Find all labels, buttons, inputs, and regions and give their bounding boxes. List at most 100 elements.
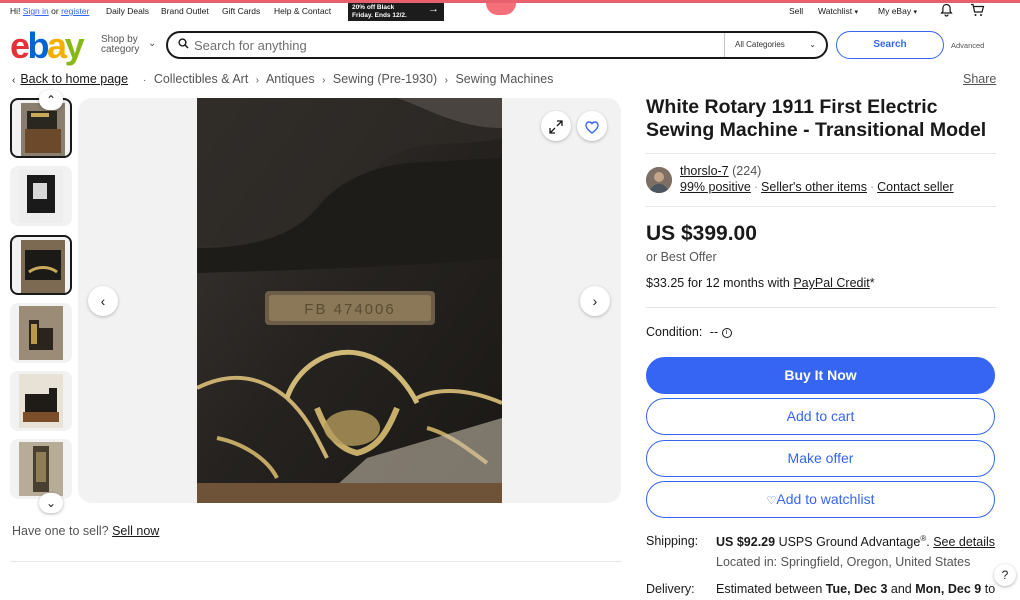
seller-name-link[interactable]: thorslo-7 <box>680 164 729 178</box>
add-to-cart-button[interactable]: Add to cart <box>646 398 995 435</box>
cart-icon[interactable] <box>970 3 985 19</box>
seller-info: thorslo-7 (224) <box>680 164 761 178</box>
watchlist-menu[interactable]: Watchlist ▾ <box>818 6 858 16</box>
expand-button[interactable] <box>541 111 571 141</box>
advanced-search-link[interactable]: Advanced <box>951 41 984 50</box>
chevron-right-icon: › <box>322 75 326 86</box>
brand-outlet-link[interactable]: Brand Outlet <box>161 6 209 16</box>
delivery-end-date: Mon, Dec 9 <box>915 582 982 596</box>
next-image-button[interactable]: › <box>580 286 610 316</box>
chevron-right-icon: › <box>592 293 598 309</box>
category-value: All Categories <box>735 40 785 49</box>
add-to-watchlist-label: Add to watchlist <box>776 491 875 507</box>
seller-positive-link[interactable]: 99% positive <box>680 180 751 194</box>
help-contact-link[interactable]: Help & Contact <box>274 6 331 16</box>
logo-letter-y: y <box>64 25 85 66</box>
thumbnail-2[interactable] <box>10 166 72 226</box>
chevron-left-icon: ‹ <box>100 293 106 309</box>
chevron-down-icon[interactable]: ⌄ <box>148 38 156 49</box>
delivery-prefix: Estimated between <box>716 582 823 596</box>
separator-dot: · <box>869 180 875 194</box>
delivery-label: Delivery: <box>646 582 695 596</box>
divider <box>646 307 996 308</box>
greeting: Hi! Sign in or register <box>10 6 89 16</box>
paypal-asterisk: * <box>869 276 875 290</box>
question-icon: ? <box>1001 568 1009 582</box>
chevron-right-icon: › <box>444 75 448 86</box>
paypal-text: $33.25 for 12 months with <box>646 276 790 290</box>
register-link[interactable]: register <box>61 6 89 16</box>
make-offer-button[interactable]: Make offer <box>646 440 995 477</box>
heart-icon <box>585 118 599 134</box>
thumbnail-image <box>21 103 65 156</box>
sell-prompt: Have one to sell? Sell now <box>12 524 159 538</box>
breadcrumb-item-collectibles[interactable]: Collectibles & Art <box>154 72 248 86</box>
thumbnail-image <box>19 442 63 496</box>
contact-seller-link[interactable]: Contact seller <box>877 180 953 194</box>
see-details-link[interactable]: See details <box>933 535 995 549</box>
promo-tab <box>486 3 516 15</box>
breadcrumb-item-sewing-machines[interactable]: Sewing Machines <box>455 72 553 86</box>
shop-by-category-button[interactable]: Shop by category <box>101 35 139 55</box>
shipping-price: US $92.29 <box>716 535 776 550</box>
thumbnail-4[interactable] <box>10 303 72 363</box>
shipping-label: Shipping: <box>646 534 699 548</box>
my-ebay-menu[interactable]: My eBay ▾ <box>878 6 917 16</box>
thumbnail-down-button[interactable]: ⌄ <box>39 493 63 513</box>
watch-heart-button[interactable] <box>577 111 607 141</box>
condition-row: Condition: -- i <box>646 325 732 339</box>
logo-letter-a: a <box>47 25 67 66</box>
greeting-prefix: Hi! <box>10 6 21 16</box>
thumbnail-6[interactable] <box>10 439 72 499</box>
thumbnail-5[interactable] <box>10 371 72 431</box>
daily-deals-link[interactable]: Daily Deals <box>106 6 149 16</box>
sell-now-link[interactable]: Sell now <box>112 524 159 538</box>
thumbnail-image <box>19 169 63 223</box>
search-input[interactable] <box>194 36 714 54</box>
chevron-up-icon: ⌃ <box>45 93 57 107</box>
promo-line-2: Friday. Ends 12/2. <box>352 11 407 19</box>
separator-dot: · <box>753 180 759 194</box>
promo-banner[interactable]: 20% off Black Friday. Ends 12/2. → <box>348 3 444 21</box>
search-button[interactable]: Search <box>836 31 944 59</box>
product-photo[interactable]: FB 474006 <box>197 98 502 503</box>
thumbnail-up-button[interactable]: ⌃ <box>39 90 63 110</box>
seller-other-items-link[interactable]: Seller's other items <box>761 180 867 194</box>
condition-label: Condition: <box>646 325 703 339</box>
add-to-watchlist-button[interactable]: ♡Add to watchlist <box>646 481 995 518</box>
item-price: US $399.00 <box>646 222 757 245</box>
back-to-home-link[interactable]: ‹ Back to home page <box>12 72 128 86</box>
breadcrumb-item-sewing-pre-1930[interactable]: Sewing (Pre-1930) <box>333 72 437 86</box>
arrow-right-icon: → <box>428 3 439 15</box>
paypal-credit-link[interactable]: PayPal Credit <box>793 276 869 290</box>
previous-image-button[interactable]: ‹ <box>88 286 118 316</box>
sign-in-link[interactable]: Sign in <box>23 6 49 16</box>
logo-letter-b: b <box>27 25 50 66</box>
buy-it-now-button[interactable]: Buy It Now <box>646 357 995 394</box>
bell-icon[interactable] <box>940 3 953 19</box>
seller-avatar[interactable] <box>646 167 672 193</box>
seller-feedback-count: (224) <box>732 164 762 178</box>
greeting-or: or <box>51 6 59 16</box>
delivery-to: to <box>984 582 996 596</box>
expand-icon <box>549 118 563 134</box>
thumbnail-image <box>19 306 63 360</box>
heart-icon: ♡ <box>766 495 777 507</box>
chevron-down-icon: ⌄ <box>45 496 57 510</box>
my-ebay-label: My eBay <box>878 6 912 16</box>
ebay-logo[interactable]: ebay <box>10 25 85 66</box>
search-icon <box>178 38 189 52</box>
delivery-estimate: Estimated between Tue, Dec 3 and Mon, De… <box>716 582 995 596</box>
info-icon[interactable]: i <box>721 327 732 338</box>
best-offer-text: or Best Offer <box>646 250 717 264</box>
help-button[interactable]: ? <box>994 564 1016 586</box>
item-title: White Rotary 1911 First Electric Sewing … <box>646 96 987 141</box>
sell-link[interactable]: Sell <box>789 6 803 16</box>
gift-cards-link[interactable]: Gift Cards <box>222 6 260 16</box>
breadcrumb-item-antiques[interactable]: Antiques <box>266 72 315 86</box>
chevron-down-icon: ⌄ <box>809 40 816 49</box>
category-select[interactable]: All Categories ⌄ <box>724 33 826 57</box>
shipping-info: US $92.29 USPS Ground Advantage®. See de… <box>716 534 996 550</box>
thumbnail-3[interactable] <box>10 235 72 295</box>
share-link[interactable]: Share <box>963 72 996 86</box>
